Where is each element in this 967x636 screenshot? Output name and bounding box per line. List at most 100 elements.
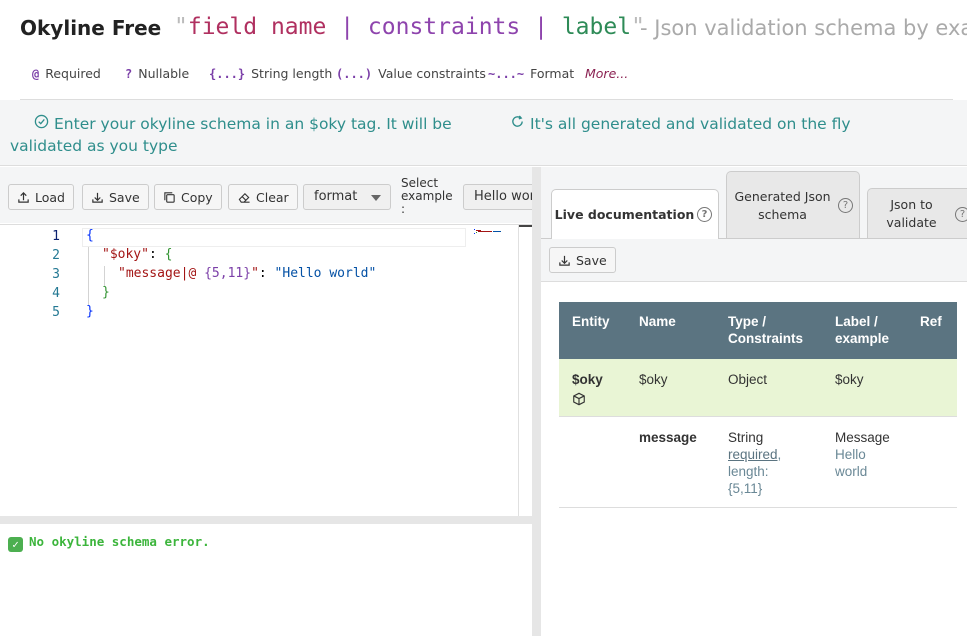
horizontal-splitter[interactable] — [0, 516, 532, 524]
editor-toolbar: Load Save Copy Clear format Select examp… — [0, 167, 532, 223]
save-button-label: Save — [109, 189, 140, 205]
line-number: 3 — [52, 267, 60, 282]
tagline-quote-open: " — [174, 14, 188, 40]
tab-json-to-validate[interactable]: Json to validate ? — [867, 188, 967, 239]
tagline-pipe-1: | — [340, 14, 355, 40]
tagline-label: label — [561, 14, 632, 40]
code-token: } — [86, 304, 94, 319]
legend-symbol: ? — [125, 67, 133, 81]
code-line-3: "message|@ {5,11}": "Hello world" — [118, 266, 376, 281]
tagline-constraints: constraints — [367, 14, 521, 40]
type-cell: Object — [715, 359, 822, 417]
copy-icon — [164, 191, 175, 203]
clear-button-label: Clear — [256, 189, 289, 205]
legend-more-link[interactable]: More... — [585, 66, 628, 81]
line-number: 5 — [52, 305, 60, 320]
code-token: "$oky" — [102, 247, 149, 262]
vertical-splitter[interactable] — [532, 167, 541, 636]
tab-label: Json to validate — [886, 197, 937, 230]
legend-label: String length — [251, 66, 333, 81]
current-line-highlight — [82, 228, 466, 247]
code-token: { — [164, 247, 173, 262]
line-number: 2 — [52, 248, 60, 263]
info-message-edit-text: Enter your okyline schema in an $oky tag… — [10, 115, 452, 155]
chevron-down-icon — [371, 195, 381, 201]
upload-icon — [18, 191, 29, 203]
code-line-4: } — [102, 285, 110, 300]
save-button[interactable]: Save — [82, 184, 149, 210]
tab-generated-json-schema[interactable]: Generated Json schema ? — [726, 171, 860, 239]
column-header-name: Name — [626, 302, 715, 359]
code-token: " — [251, 266, 259, 281]
format-select[interactable]: format — [303, 184, 391, 210]
tab-live-documentation[interactable]: Live documentation ? — [551, 189, 719, 239]
help-icon[interactable]: ? — [838, 198, 853, 213]
validation-status-text: No okyline schema error. — [29, 534, 210, 549]
field-type: String — [728, 430, 764, 445]
clear-button[interactable]: Clear — [228, 184, 298, 210]
legend-item-required: @ Required — [32, 66, 101, 81]
entity-name: $oky — [572, 372, 603, 387]
label-cell: $oky — [822, 359, 907, 417]
minimap[interactable] — [474, 229, 512, 235]
table-header-row: Entity Name Type / Constraints Label / e… — [559, 302, 957, 359]
legend-symbol: (...) — [336, 67, 373, 81]
legend-item-value-constraints: (...) Value constraints — [336, 66, 486, 81]
app-header: Okyline Free "field name | constraints |… — [0, 0, 967, 58]
tab-label: Generated Json schema — [734, 188, 831, 222]
info-message-generated: It's all generated and validated on the … — [510, 113, 851, 135]
check-mark-icon: ✓ — [8, 537, 23, 552]
load-button[interactable]: Load — [8, 184, 74, 210]
column-header-ref: Ref — [907, 302, 957, 359]
legend-label: Format — [530, 66, 575, 81]
validation-status-panel: ✓ No okyline schema error. — [0, 524, 532, 636]
legend-label: Required — [45, 66, 101, 81]
doc-save-button[interactable]: Save — [549, 247, 616, 273]
download-icon — [559, 255, 570, 266]
field-example: Hello world — [835, 447, 868, 479]
help-icon[interactable]: ? — [955, 206, 967, 222]
scrollbar-thumb[interactable] — [519, 225, 533, 227]
help-icon[interactable]: ? — [697, 207, 712, 222]
copy-button[interactable]: Copy — [154, 184, 222, 210]
ref-cell — [907, 416, 957, 508]
code-editor[interactable]: 1 2 3 4 5 { "$oky": { "message|@ {5,11}"… — [0, 224, 533, 516]
code-token: "Hello world" — [274, 266, 377, 281]
legend-symbol: @ — [32, 67, 40, 81]
line-gutter: 1 2 3 4 5 — [0, 225, 70, 516]
code-line-2: "$oky": { — [102, 247, 172, 262]
legend-item-nullable: ? Nullable — [125, 66, 189, 81]
legend-symbol: {...} — [209, 67, 246, 81]
tagline-field: field name — [187, 14, 327, 40]
code-line-5: } — [86, 304, 94, 319]
refresh-icon — [510, 113, 526, 135]
name-cell: $oky — [626, 359, 715, 417]
code-token: "message|@ — [118, 266, 205, 281]
validation-status: ✓ No okyline schema error. — [8, 534, 210, 552]
field-label: Message — [835, 430, 890, 445]
code-token: { — [86, 228, 94, 243]
info-message-generated-text: It's all generated and validated on the … — [530, 115, 851, 133]
indent-guide — [104, 266, 105, 286]
legend-label: Nullable — [138, 66, 190, 81]
table-row: message String required, length: {5,11} … — [559, 416, 957, 508]
download-icon — [92, 192, 103, 203]
cube-icon — [573, 392, 585, 406]
editor-scrollbar[interactable] — [518, 225, 533, 516]
type-cell: String required, length: {5,11} — [715, 416, 822, 508]
column-header-type: Type / Constraints — [715, 302, 822, 359]
field-name: message — [639, 430, 697, 445]
column-header-entity: Entity — [559, 302, 626, 359]
live-documentation-content: Entity Name Type / Constraints Label / e… — [541, 281, 967, 636]
table-row: $oky $oky Object $oky — [559, 359, 957, 417]
code-token: : — [258, 266, 275, 281]
entity-cell: $oky — [559, 359, 626, 417]
entity-cell — [559, 416, 626, 508]
line-number: 1 — [52, 229, 60, 244]
code-token: {5,11} — [204, 266, 252, 281]
format-select-value: format — [314, 189, 358, 204]
check-circle-icon — [34, 113, 50, 135]
name-cell: message — [626, 416, 715, 508]
doc-save-button-label: Save — [576, 252, 607, 268]
example-select[interactable]: Hello world — [463, 184, 532, 210]
